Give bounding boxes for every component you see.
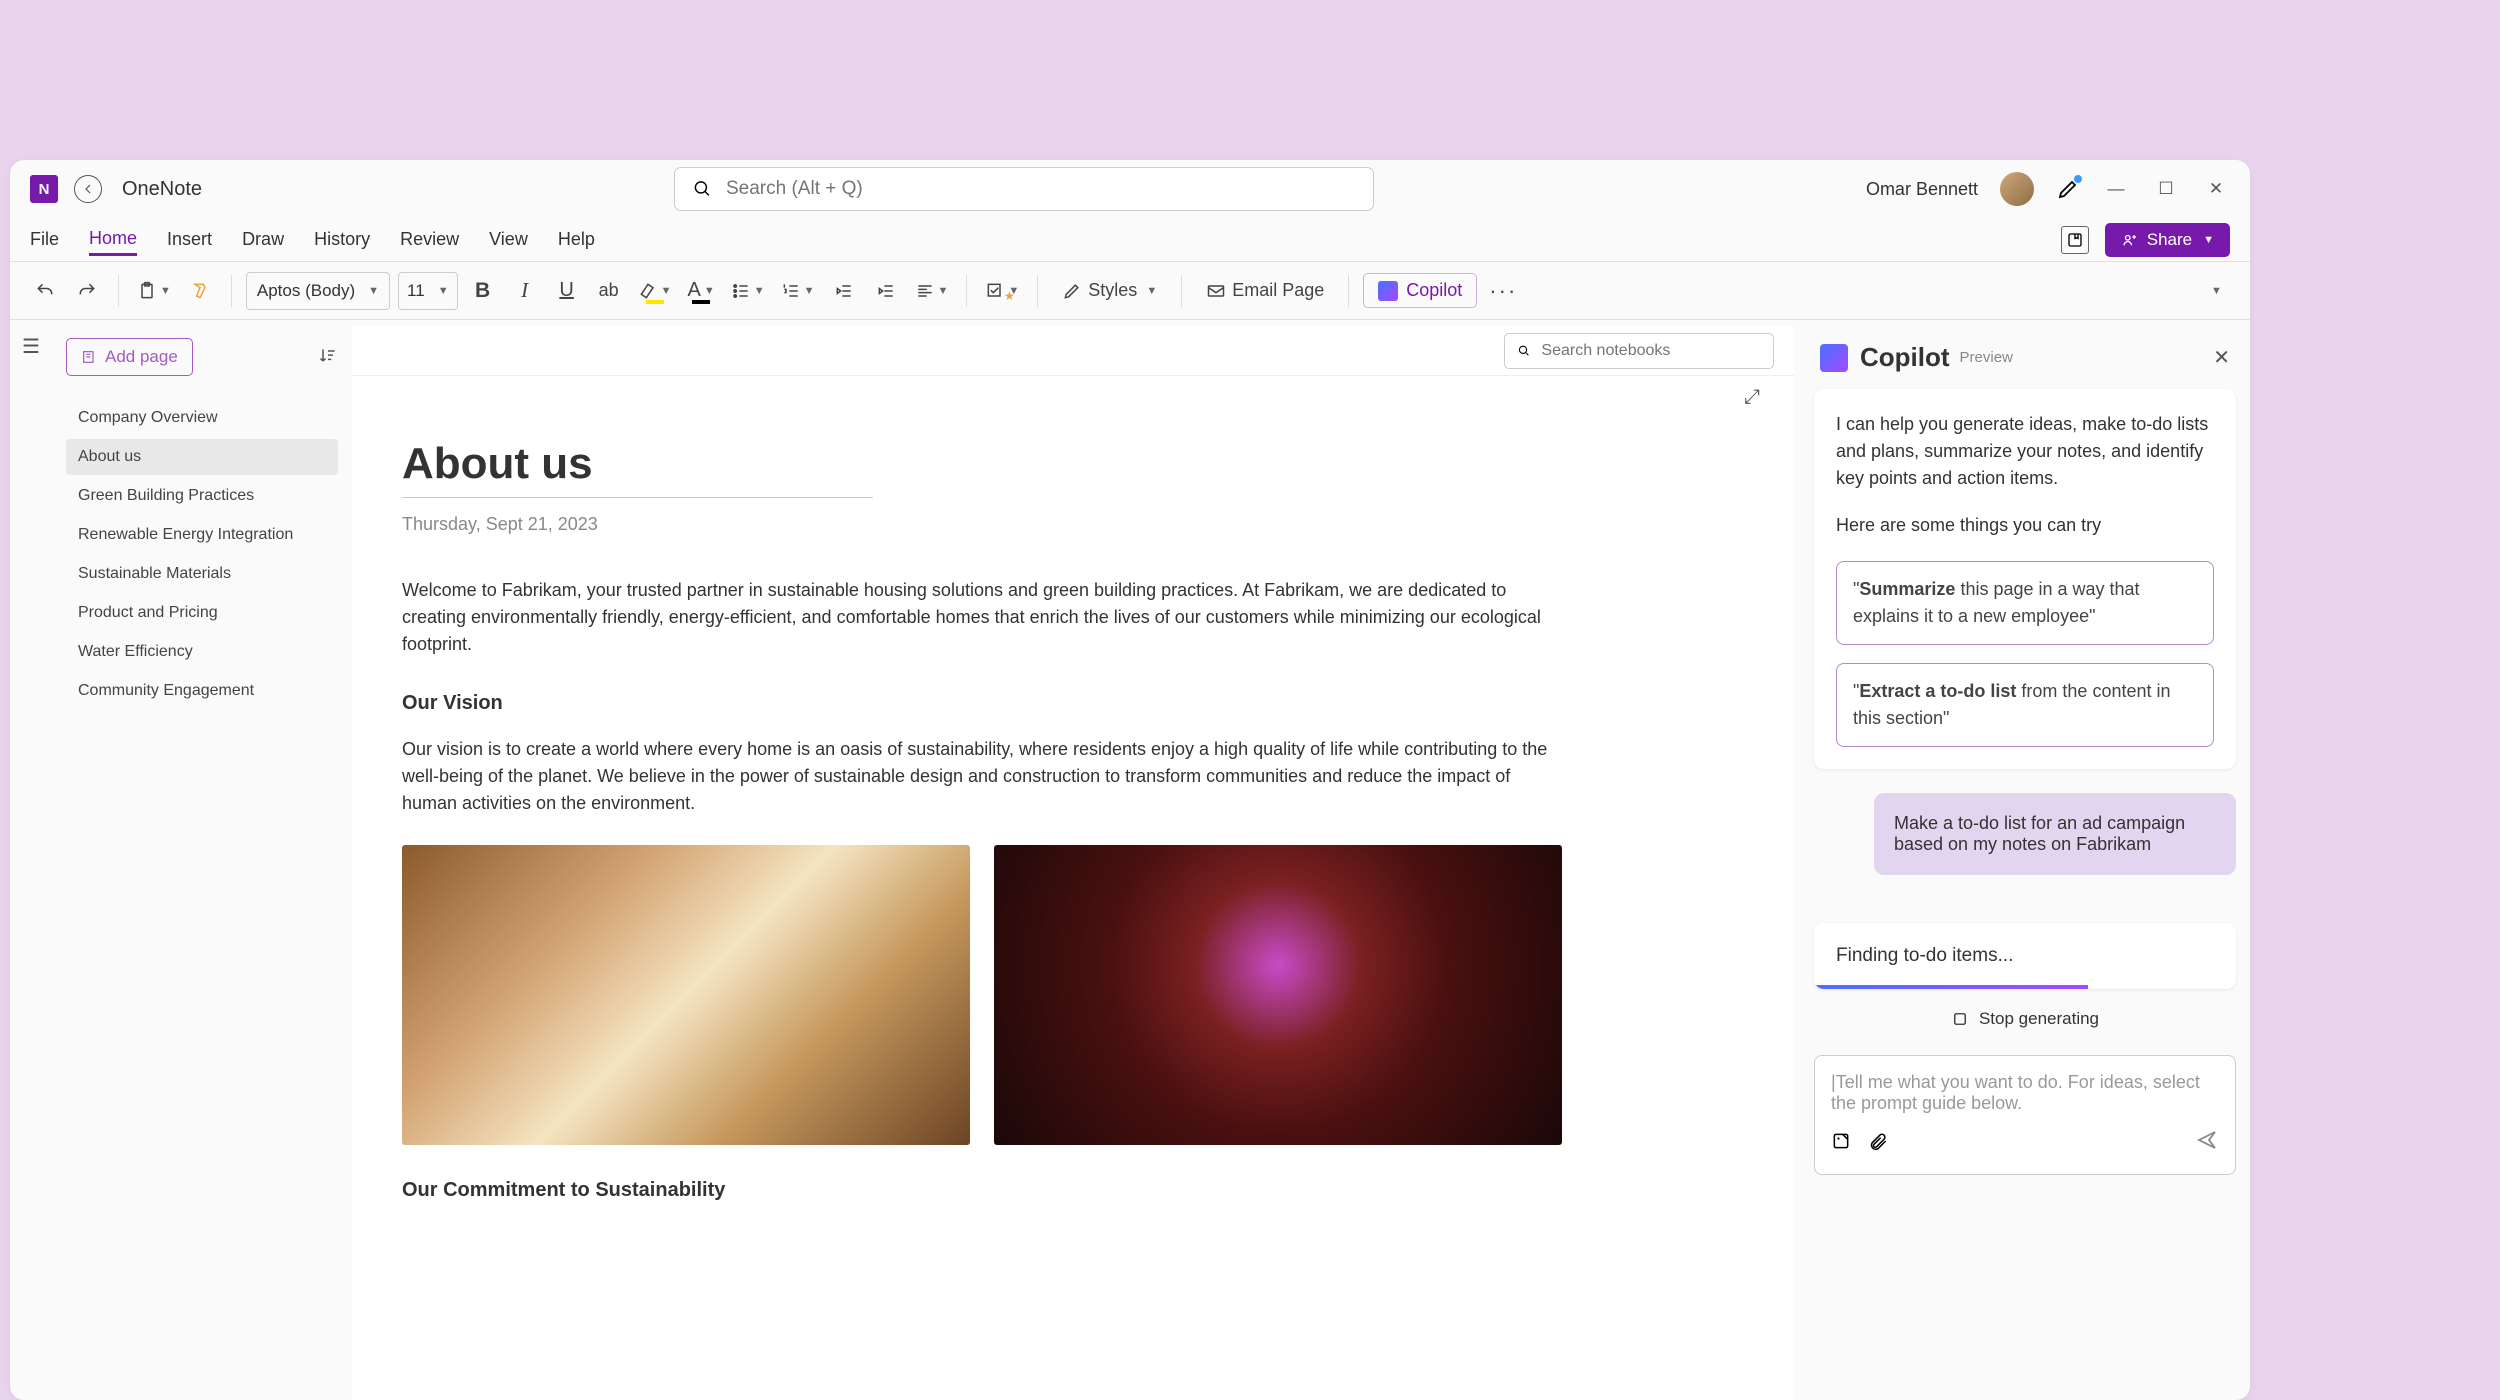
status-text: Finding to-do items... xyxy=(1836,945,2013,966)
font-size-select[interactable]: 11▼ xyxy=(398,272,458,310)
copilot-logo-icon xyxy=(1820,344,1848,372)
maximize-button[interactable]: ☐ xyxy=(2152,179,2180,199)
share-button[interactable]: Share ▼ xyxy=(2105,223,2230,257)
menu-review[interactable]: Review xyxy=(400,225,459,254)
numbering-button[interactable]: ▼ xyxy=(777,272,819,310)
styles-button[interactable]: Styles▼ xyxy=(1052,272,1167,310)
copilot-title: Copilot xyxy=(1860,342,1950,373)
add-page-button[interactable]: Add page xyxy=(66,338,193,376)
paste-button[interactable]: ▼ xyxy=(133,272,175,310)
app-icon: N xyxy=(30,175,58,203)
page-title[interactable]: About us xyxy=(402,439,873,498)
share-label: Share xyxy=(2147,230,2192,250)
menu-draw[interactable]: Draw xyxy=(242,225,284,254)
page-item[interactable]: About us xyxy=(66,439,338,475)
page-item[interactable]: Renewable Energy Integration xyxy=(66,517,338,553)
page-item[interactable]: Sustainable Materials xyxy=(66,556,338,592)
highlight-button[interactable]: ▼ xyxy=(634,272,676,310)
copilot-icon xyxy=(1378,281,1398,301)
menu-help[interactable]: Help xyxy=(558,225,595,254)
pen-icon[interactable] xyxy=(2056,177,2080,201)
format-painter-button[interactable] xyxy=(183,272,217,310)
minimize-button[interactable]: — xyxy=(2102,179,2130,199)
status-card: Finding to-do items... xyxy=(1814,923,2236,989)
notebook-search[interactable] xyxy=(1504,333,1774,369)
email-page-button[interactable]: Email Page xyxy=(1196,272,1334,310)
bold-button[interactable]: B xyxy=(466,272,500,310)
copilot-try-text: Here are some things you can try xyxy=(1836,512,2214,539)
redo-button[interactable] xyxy=(70,272,104,310)
tag-button[interactable]: ★▼ xyxy=(981,272,1023,310)
menu-history[interactable]: History xyxy=(314,225,370,254)
font-color-button[interactable]: A▼ xyxy=(683,272,718,310)
page-item[interactable]: Company Overview xyxy=(66,400,338,436)
ribbon-collapse-button[interactable]: ▼ xyxy=(2198,272,2232,310)
menu-home[interactable]: Home xyxy=(89,224,137,256)
menu-insert[interactable]: Insert xyxy=(167,225,212,254)
close-button[interactable]: ✕ xyxy=(2202,179,2230,199)
search-bar[interactable] xyxy=(674,167,1374,211)
strikethrough-button[interactable]: ab xyxy=(592,272,626,310)
copilot-input-placeholder: |Tell me what you want to do. For ideas,… xyxy=(1831,1072,2219,1120)
copilot-intro-text: I can help you generate ideas, make to-d… xyxy=(1836,411,2214,492)
suggestion-extract-todo[interactable]: "Extract a to-do list from the content i… xyxy=(1836,663,2214,747)
app-name: OneNote xyxy=(122,178,202,201)
ribbon: ▼ Aptos (Body)▼ 11▼ B I U ab ▼ A▼ ▼ ▼ ▼ … xyxy=(10,262,2250,320)
preview-badge: Preview xyxy=(1960,349,2013,366)
user-message: Make a to-do list for an ad campaign bas… xyxy=(1874,793,2236,875)
username: Omar Bennett xyxy=(1866,179,1978,200)
menu-file[interactable]: File xyxy=(30,225,59,254)
attach-icon[interactable] xyxy=(1869,1131,1889,1156)
stop-icon xyxy=(1951,1010,1969,1028)
prompt-guide-icon[interactable] xyxy=(1831,1131,1851,1156)
underline-button[interactable]: U xyxy=(550,272,584,310)
undo-button[interactable] xyxy=(28,272,62,310)
copilot-input[interactable]: |Tell me what you want to do. For ideas,… xyxy=(1814,1055,2236,1175)
more-button[interactable]: ··· xyxy=(1485,272,1521,310)
send-button[interactable] xyxy=(2195,1128,2219,1158)
font-family-select[interactable]: Aptos (Body)▼ xyxy=(246,272,390,310)
app-window: N OneNote Omar Bennett — ☐ ✕ File Home I… xyxy=(10,160,2250,1400)
outdent-button[interactable] xyxy=(827,272,861,310)
notes-feed-button[interactable] xyxy=(2061,226,2089,254)
suggestion-summarize[interactable]: "Summarize this page in a way that expla… xyxy=(1836,561,2214,645)
page-date: Thursday, Sept 21, 2023 xyxy=(402,514,1744,535)
close-panel-button[interactable]: ✕ xyxy=(2213,345,2230,370)
align-button[interactable]: ▼ xyxy=(911,272,953,310)
page-item[interactable]: Water Efficiency xyxy=(66,634,338,670)
doc-paragraph[interactable]: Our vision is to create a world where ev… xyxy=(402,736,1562,817)
copilot-ribbon-button[interactable]: Copilot xyxy=(1363,273,1477,308)
progress-bar xyxy=(1814,985,2088,989)
notebook-search-input[interactable] xyxy=(1541,342,1761,360)
nav-toggle-button[interactable]: ☰ xyxy=(10,320,52,1400)
copilot-intro-card: I can help you generate ideas, make to-d… xyxy=(1814,389,2236,769)
italic-button[interactable]: I xyxy=(508,272,542,310)
search-icon xyxy=(693,179,712,199)
copilot-panel: Copilot Preview ✕ I can help you generat… xyxy=(1800,320,2250,1400)
doc-image[interactable] xyxy=(402,845,970,1145)
page-item[interactable]: Product and Pricing xyxy=(66,595,338,631)
avatar[interactable] xyxy=(2000,172,2034,206)
doc-heading[interactable]: Our Commitment to Sustainability xyxy=(402,1175,1562,1205)
menubar: File Home Insert Draw History Review Vie… xyxy=(10,218,2250,262)
bullets-button[interactable]: ▼ xyxy=(727,272,769,310)
titlebar: N OneNote Omar Bennett — ☐ ✕ xyxy=(10,160,2250,218)
sort-button[interactable] xyxy=(318,346,338,371)
indent-button[interactable] xyxy=(869,272,903,310)
search-icon xyxy=(1517,343,1531,359)
main-content: ⤢ About us Thursday, Sept 21, 2023 Welco… xyxy=(352,326,1794,1400)
document[interactable]: About us Thursday, Sept 21, 2023 Welcome… xyxy=(352,409,1794,1400)
page-item[interactable]: Community Engagement xyxy=(66,673,338,709)
doc-paragraph[interactable]: Welcome to Fabrikam, your trusted partne… xyxy=(402,577,1562,658)
stop-generating-button[interactable]: Stop generating xyxy=(1814,995,2236,1043)
back-button[interactable] xyxy=(74,175,102,203)
doc-image[interactable] xyxy=(994,845,1562,1145)
search-input[interactable] xyxy=(726,178,1355,200)
menu-view[interactable]: View xyxy=(489,225,528,254)
doc-heading[interactable]: Our Vision xyxy=(402,688,1562,718)
page-list: Add page Company Overview About us Green… xyxy=(52,320,352,1400)
page-item[interactable]: Green Building Practices xyxy=(66,478,338,514)
